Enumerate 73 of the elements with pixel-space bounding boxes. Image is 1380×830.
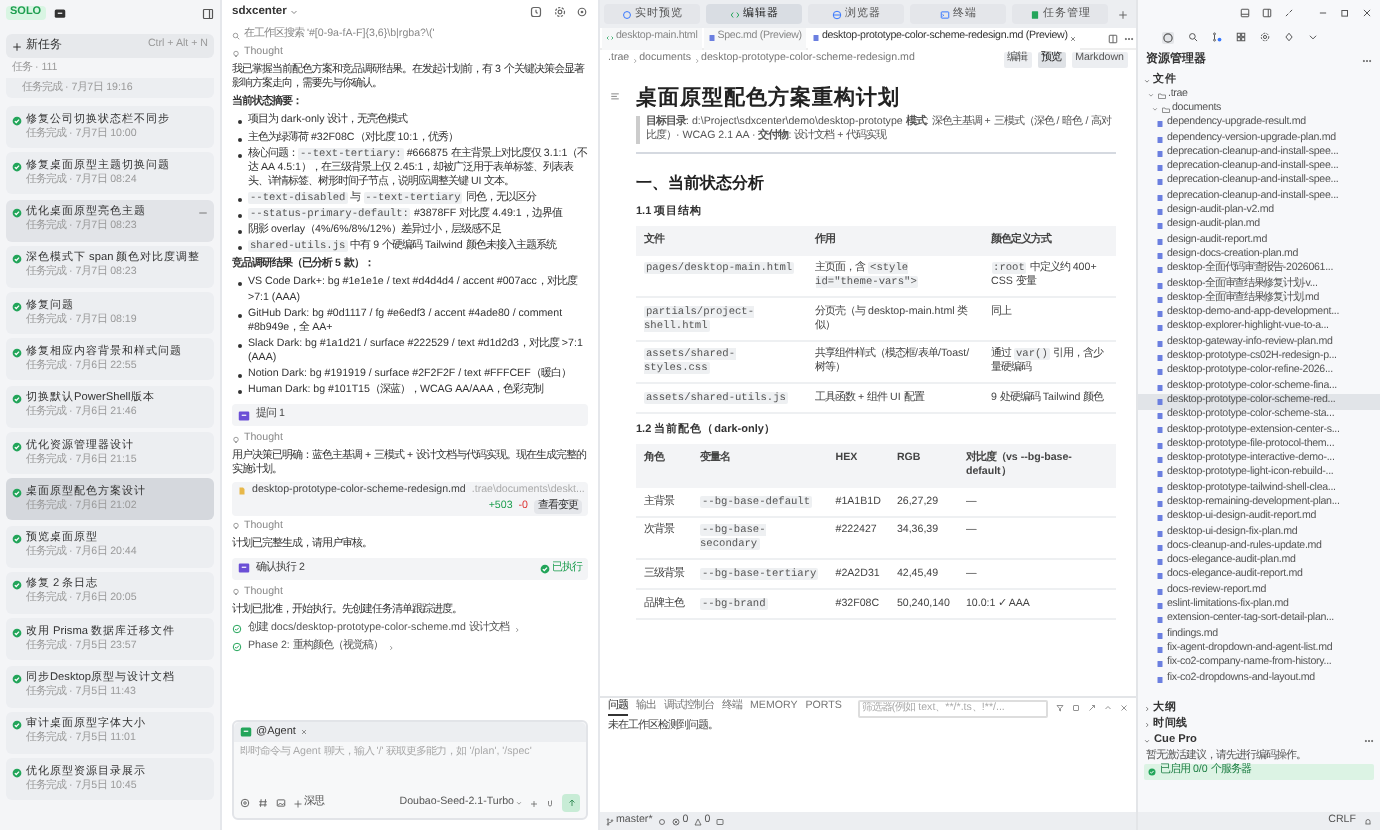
check-circle-icon — [540, 563, 550, 574]
attachment-icon[interactable] — [546, 798, 554, 808]
check-circle-icon — [232, 624, 242, 635]
history-icon[interactable] — [530, 6, 542, 18]
mention-icon[interactable] — [240, 798, 250, 808]
document-icon — [811, 34, 820, 42]
plus-icon[interactable] — [1118, 9, 1128, 19]
arrow-up-icon — [567, 798, 575, 808]
check-circle-icon — [12, 254, 22, 265]
check-circle-icon — [12, 115, 22, 125]
bulb-icon — [232, 522, 240, 531]
search-icon — [232, 31, 240, 40]
plus-icon[interactable] — [530, 799, 538, 807]
document-title: 桌面原型配色方案重构计划 — [636, 86, 902, 112]
chevron-down-icon — [1144, 737, 1150, 743]
check-circle-icon — [12, 301, 22, 312]
box-icon — [238, 562, 250, 575]
check-circle-icon — [12, 720, 22, 731]
chevron-down-icon[interactable] — [1308, 32, 1318, 42]
search-icon[interactable] — [1188, 32, 1198, 42]
globe-icon — [831, 9, 841, 19]
layout-icon[interactable] — [716, 817, 725, 825]
image-icon[interactable] — [276, 798, 286, 808]
check-circle-icon — [12, 487, 22, 498]
copy-icon[interactable] — [1072, 704, 1080, 712]
plus-icon — [12, 41, 22, 51]
check-circle-icon — [12, 674, 22, 685]
terminal-icon — [939, 9, 949, 19]
close-icon[interactable] — [1120, 704, 1128, 712]
split-icon[interactable] — [1108, 33, 1118, 43]
check-circle-icon — [232, 642, 242, 653]
bulb-icon — [232, 588, 240, 597]
check-circle-icon — [1148, 768, 1156, 776]
maximize-icon[interactable] — [1088, 704, 1096, 712]
panel-icon[interactable] — [1240, 7, 1250, 17]
extensions-icon[interactable] — [1236, 32, 1246, 42]
hash-icon[interactable] — [258, 798, 268, 808]
record-icon — [621, 9, 631, 19]
check-circle-icon — [12, 441, 22, 452]
file-icon — [238, 486, 246, 497]
minimize-icon[interactable] — [1318, 7, 1328, 17]
check-circle-icon — [12, 580, 22, 591]
check-circle-icon — [12, 394, 22, 405]
chevron-down-icon — [1144, 77, 1150, 83]
code-file-icon — [606, 34, 614, 42]
bulb-icon — [232, 435, 240, 444]
close-icon[interactable] — [1362, 7, 1372, 17]
clipboard-icon — [1029, 9, 1039, 19]
close-icon — [1069, 35, 1076, 41]
branch-icon — [606, 817, 614, 825]
filter-icon[interactable] — [1056, 704, 1064, 712]
check-circle-icon — [12, 208, 22, 219]
check-circle-icon — [12, 534, 22, 545]
document-icon — [707, 34, 716, 42]
check-circle-icon — [12, 627, 22, 638]
check-circle-icon — [12, 347, 22, 358]
warning-icon — [694, 817, 703, 825]
sidebar-icon[interactable] — [1262, 7, 1272, 17]
code-icon — [729, 9, 739, 19]
settings-icon[interactable] — [554, 6, 566, 18]
outline-icon[interactable] — [610, 92, 620, 102]
box-icon — [238, 409, 250, 422]
settings-icon[interactable] — [1260, 32, 1270, 42]
sidebar-toggle-icon[interactable] — [202, 7, 214, 19]
source-control-icon[interactable] — [1212, 32, 1222, 42]
chat-icon[interactable] — [51, 7, 68, 19]
check-circle-icon — [12, 767, 22, 778]
restore-icon[interactable] — [1340, 7, 1350, 17]
agent-icon — [240, 726, 252, 738]
check-circle-icon — [12, 161, 22, 172]
caret-icon — [516, 800, 522, 806]
bulb-icon — [232, 49, 240, 58]
section-heading: 一、当前状态分析 — [636, 171, 766, 196]
